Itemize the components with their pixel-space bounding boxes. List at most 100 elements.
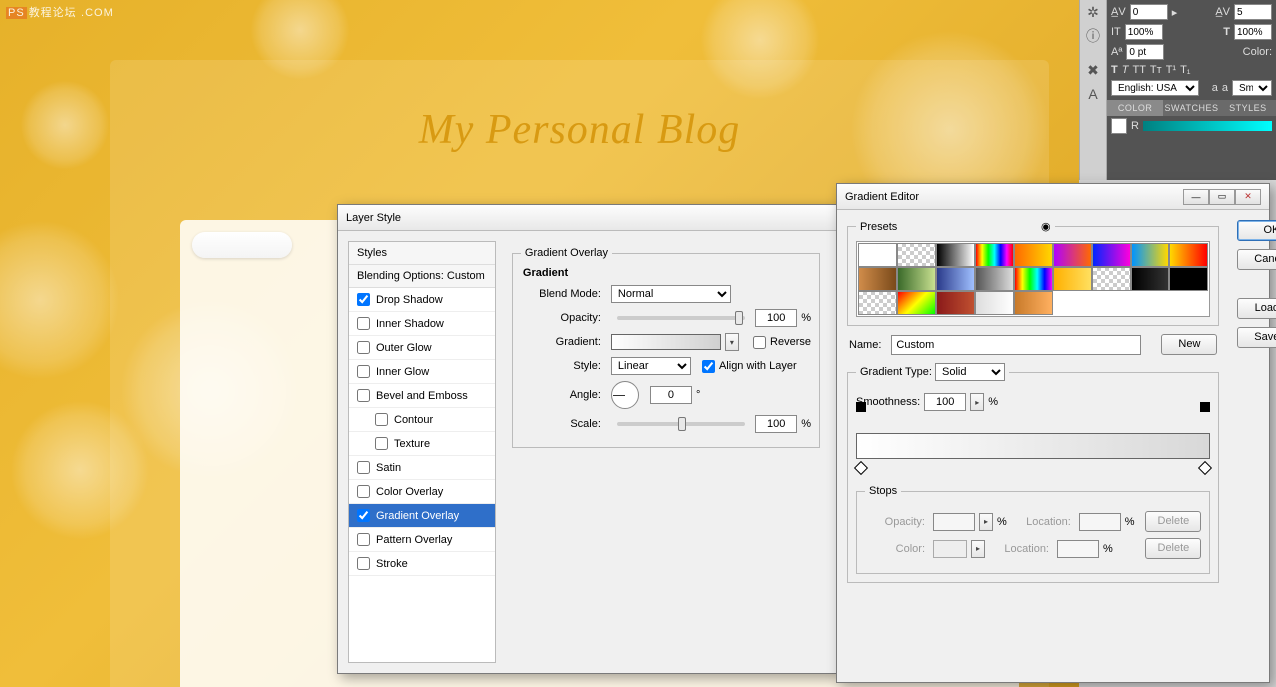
gradient-style-select[interactable]: Linear [611, 357, 691, 375]
effect-checkbox[interactable] [357, 557, 370, 570]
gradient-name-field[interactable] [891, 335, 1141, 355]
gradient-picker-arrow[interactable]: ▾ [725, 333, 739, 351]
preset-swatch[interactable] [897, 267, 936, 291]
preset-swatch[interactable] [858, 267, 897, 291]
presets-grid[interactable] [856, 241, 1210, 317]
preset-swatch[interactable] [1014, 267, 1053, 291]
type-icon[interactable]: A [1080, 82, 1106, 106]
preset-swatch[interactable] [1131, 267, 1170, 291]
effect-checkbox[interactable] [375, 437, 388, 450]
align-checkbox[interactable] [702, 360, 715, 373]
fg-color-swatch[interactable] [1111, 118, 1127, 134]
opacity-stop-right[interactable] [1200, 402, 1210, 412]
opacity-slider[interactable] [617, 316, 745, 320]
preset-swatch[interactable] [1014, 291, 1053, 315]
effect-item-bevel-and-emboss[interactable]: Bevel and Emboss [349, 384, 495, 408]
preset-swatch[interactable] [897, 291, 936, 315]
preset-swatch[interactable] [975, 243, 1014, 267]
preset-swatch[interactable] [1092, 243, 1131, 267]
tools-collapse-icon[interactable]: ✖ [1080, 58, 1106, 82]
tab-styles[interactable]: STYLES [1220, 100, 1276, 116]
effect-item-color-overlay[interactable]: Color Overlay [349, 480, 495, 504]
gradient-type-select[interactable]: Solid [935, 363, 1005, 381]
effect-item-texture[interactable]: Texture [349, 432, 495, 456]
r-slider[interactable] [1143, 121, 1272, 131]
preset-swatch[interactable] [1053, 243, 1092, 267]
ok-button[interactable]: OK [1237, 220, 1276, 241]
effect-item-pattern-overlay[interactable]: Pattern Overlay [349, 528, 495, 552]
antialias-select[interactable]: Smoo [1232, 80, 1272, 96]
load-button[interactable]: Load... [1237, 298, 1276, 319]
preset-swatch[interactable] [858, 291, 897, 315]
hscale-field[interactable] [1125, 24, 1163, 40]
effect-checkbox[interactable] [357, 485, 370, 498]
smoothness-arrow[interactable]: ▸ [970, 393, 984, 411]
scale-field[interactable] [755, 415, 797, 433]
baseline-field[interactable] [1126, 44, 1164, 60]
effect-checkbox[interactable] [357, 389, 370, 402]
effect-item-satin[interactable]: Satin [349, 456, 495, 480]
kerning-field[interactable] [1130, 4, 1168, 20]
wheel-icon[interactable]: ✲ [1080, 0, 1106, 24]
info-icon[interactable]: ⓘ [1080, 24, 1106, 48]
gradient-bar[interactable] [856, 433, 1210, 459]
color-stop-left[interactable] [854, 461, 868, 475]
cancel-button[interactable]: Cancel [1237, 249, 1276, 270]
preset-swatch[interactable] [936, 243, 975, 267]
play-icon[interactable]: ▸ [1172, 6, 1178, 19]
layer-style-titlebar[interactable]: Layer Style [338, 205, 836, 231]
reverse-checkbox[interactable] [753, 336, 766, 349]
language-select[interactable]: English: USA [1111, 80, 1199, 96]
effect-checkbox[interactable] [357, 293, 370, 306]
effect-checkbox[interactable] [357, 341, 370, 354]
gradient-editor-dialog[interactable]: Gradient Editor — ▭ ✕ Presets ◉ Name:New… [836, 183, 1270, 683]
blending-options-header[interactable]: Blending Options: Custom [349, 265, 495, 288]
close-button[interactable]: ✕ [1235, 189, 1261, 205]
effect-checkbox[interactable] [357, 317, 370, 330]
opacity-stop-left[interactable] [856, 402, 866, 412]
blend-mode-select[interactable]: Normal [611, 285, 731, 303]
gradient-editor-titlebar[interactable]: Gradient Editor — ▭ ✕ [837, 184, 1269, 210]
effect-item-contour[interactable]: Contour [349, 408, 495, 432]
presets-menu-icon[interactable]: ◉ [1041, 221, 1051, 233]
effect-item-outer-glow[interactable]: Outer Glow [349, 336, 495, 360]
effect-item-inner-shadow[interactable]: Inner Shadow [349, 312, 495, 336]
preset-swatch[interactable] [858, 243, 897, 267]
preset-swatch[interactable] [1014, 243, 1053, 267]
preset-swatch[interactable] [1169, 267, 1208, 291]
vscale-field[interactable] [1234, 24, 1272, 40]
effect-checkbox[interactable] [357, 461, 370, 474]
save-button[interactable]: Save... [1237, 327, 1276, 348]
effect-checkbox[interactable] [357, 365, 370, 378]
effect-checkbox[interactable] [375, 413, 388, 426]
preset-swatch[interactable] [1131, 243, 1170, 267]
color-panel-tabs[interactable]: COLOR SWATCHES STYLES [1107, 100, 1276, 116]
angle-dial[interactable] [611, 381, 639, 409]
effect-item-inner-glow[interactable]: Inner Glow [349, 360, 495, 384]
scale-slider[interactable] [617, 422, 745, 426]
styles-header[interactable]: Styles [349, 242, 495, 265]
tab-swatches[interactable]: SWATCHES [1163, 100, 1219, 116]
effect-checkbox[interactable] [357, 509, 370, 522]
preset-swatch[interactable] [1169, 243, 1208, 267]
preset-swatch[interactable] [1092, 267, 1131, 291]
effect-checkbox[interactable] [357, 533, 370, 546]
effect-item-drop-shadow[interactable]: Drop Shadow [349, 288, 495, 312]
effect-item-stroke[interactable]: Stroke [349, 552, 495, 576]
layer-style-dialog[interactable]: Layer Style Styles Blending Options: Cus… [337, 204, 837, 674]
smoothness-field[interactable] [924, 393, 966, 411]
effect-item-gradient-overlay[interactable]: Gradient Overlay [349, 504, 495, 528]
preset-swatch[interactable] [897, 243, 936, 267]
color-stop-right[interactable] [1198, 461, 1212, 475]
gradient-preview[interactable] [611, 334, 721, 350]
preset-swatch[interactable] [975, 291, 1014, 315]
preset-swatch[interactable] [936, 267, 975, 291]
collapsed-panel-strip[interactable]: ✲ ⓘ ✖ A [1079, 0, 1107, 180]
opacity-field[interactable] [755, 309, 797, 327]
tracking-field[interactable] [1234, 4, 1272, 20]
character-panel[interactable]: A̲V▸A̲V ITT AªColor: T T TT Tᴛ T¹ T₁ Eng… [1107, 0, 1276, 180]
preset-swatch[interactable] [936, 291, 975, 315]
preset-swatch[interactable] [1053, 267, 1092, 291]
maximize-button[interactable]: ▭ [1209, 189, 1235, 205]
tab-color[interactable]: COLOR [1107, 100, 1163, 116]
